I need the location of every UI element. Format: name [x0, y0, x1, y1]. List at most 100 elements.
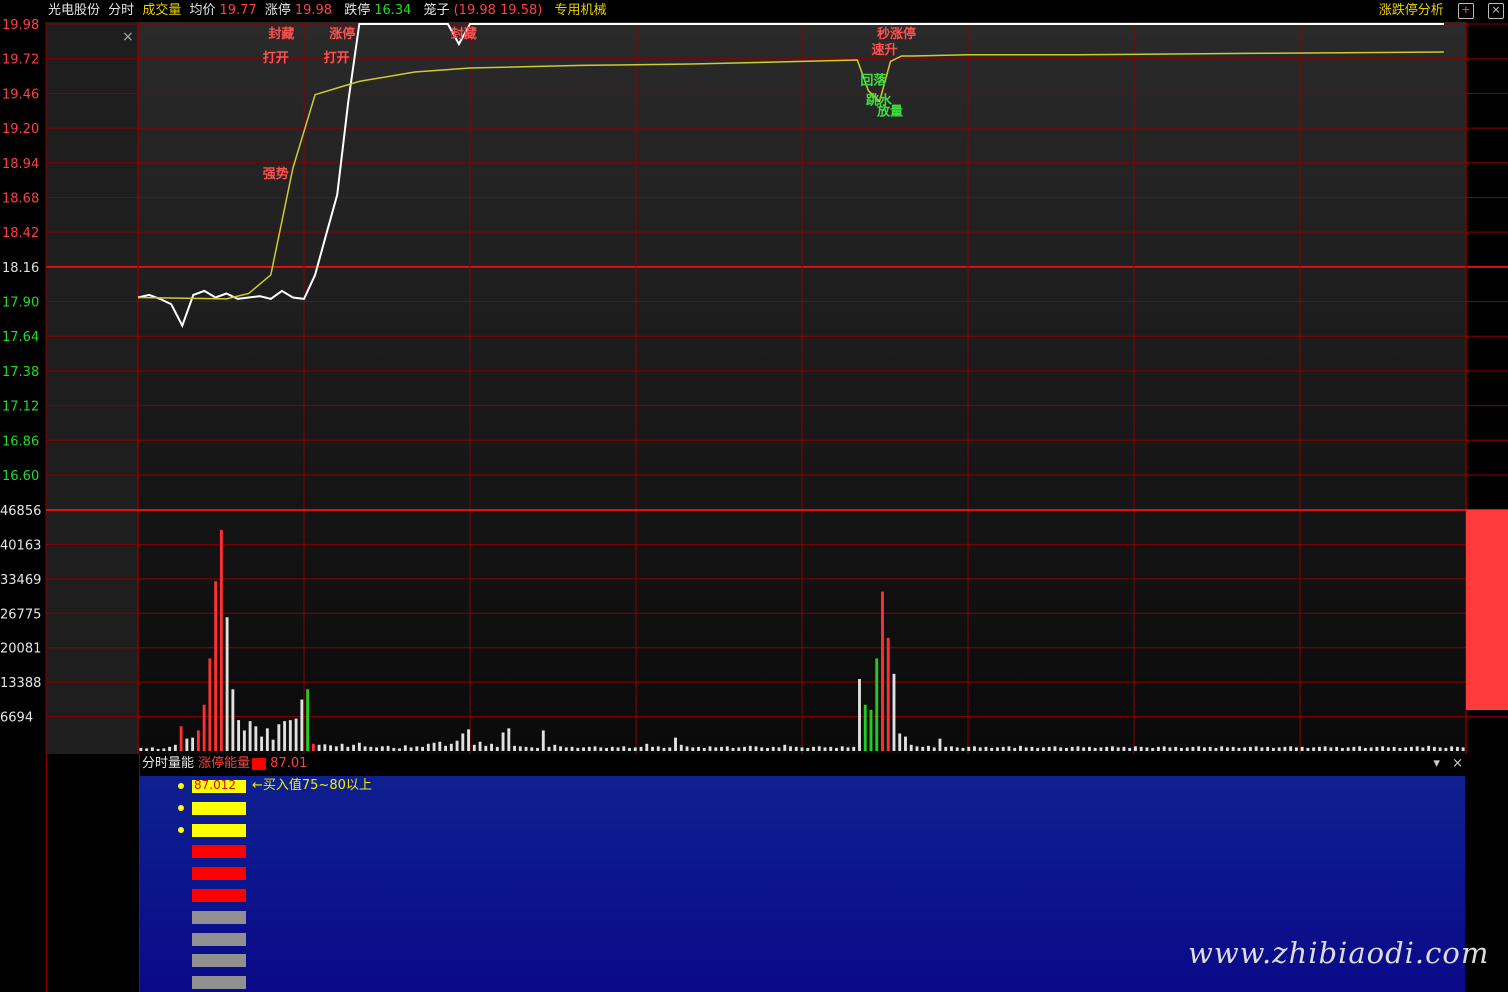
volume-bar: [329, 745, 333, 751]
volume-bar: [1030, 746, 1034, 751]
volume-bar: [323, 744, 327, 751]
volume-bar: [214, 581, 218, 751]
volume-bar: [869, 709, 873, 751]
volume-bar: [156, 748, 160, 751]
volume-bar: [1404, 747, 1408, 751]
volume-bar: [720, 746, 723, 751]
volume-bar: [639, 746, 643, 751]
volume-bar: [317, 744, 321, 751]
volume-bar: [835, 747, 838, 751]
volume-bar: [1375, 746, 1379, 751]
signal-annotation: 打开: [263, 50, 289, 66]
price-axis: 19.98 19.72 19.46 19.20 18.94 18.68 18.42 18.16…: [2, 18, 39, 484]
energy-bar: [192, 954, 246, 968]
signal-annotation: 打开: [324, 50, 350, 66]
volume-bar: [932, 747, 936, 751]
volume-bar: [783, 744, 787, 751]
volume-bar: [582, 747, 585, 751]
volume-bar: [685, 746, 689, 751]
volume-bar: [1289, 746, 1293, 751]
volume-bar: [444, 745, 448, 751]
volume-bar: [697, 746, 700, 751]
volume-bar: [737, 747, 741, 751]
energy-dot: [178, 783, 184, 789]
volume-bar: [1128, 747, 1132, 751]
signal-annotation: 涨停: [328, 26, 355, 42]
close-premarket-icon[interactable]: ×: [122, 29, 134, 45]
volume-bar: [559, 746, 562, 751]
volume-tick-label: 26775: [0, 607, 41, 622]
price-tick-label: 17.38: [2, 365, 39, 380]
signal-annotation: 封藏: [268, 26, 294, 42]
volume-bar: [754, 746, 758, 751]
volume-bar: [179, 726, 183, 751]
price-tick-label: 16.86: [2, 434, 39, 449]
volume-bar: [524, 746, 528, 751]
volume-bar: [162, 748, 166, 751]
volume-bar: [668, 747, 672, 751]
volume-bar: [1208, 746, 1212, 751]
energy-bar: [192, 845, 246, 859]
volume-bar: [357, 742, 361, 751]
price-tick-label: 18.16: [2, 261, 39, 276]
volume-bar: [1001, 746, 1005, 751]
signal-annotation: 封藏: [451, 26, 477, 42]
volume-bar: [662, 747, 666, 751]
volume-bar: [283, 721, 287, 751]
volume-bar: [461, 733, 465, 751]
price-tick-label: 17.90: [2, 296, 39, 311]
volume-bar: [265, 728, 269, 751]
volume-bar: [334, 746, 338, 751]
watermark: www.zhibiaodi.com: [1188, 936, 1490, 970]
intraday-chart[interactable]: 19.98 19.72 19.46 19.20 18.94 18.68 18.42 18.16…: [0, 0, 1508, 754]
price-tick-label: 17.12: [2, 400, 39, 415]
volume-bar: [375, 747, 379, 751]
volume-bar: [823, 747, 827, 751]
volume-bar: [1421, 747, 1425, 751]
volume-bar: [415, 746, 419, 751]
volume-bar: [352, 744, 356, 751]
price-tick-label: 19.72: [2, 53, 39, 68]
volume-bar: [990, 747, 994, 751]
volume-bar: [1461, 747, 1465, 751]
volume-bar: [145, 748, 149, 751]
volume-bar: [1225, 747, 1229, 751]
volume-bar: [1432, 746, 1436, 751]
signal-annotation: 强势: [263, 166, 289, 182]
energy-bar: [192, 823, 246, 837]
volume-bar: [363, 746, 367, 751]
volume-bar: [886, 637, 890, 751]
signal-annotation: 秒涨停: [877, 26, 916, 42]
panel-title[interactable]: 分时量能: [142, 756, 194, 771]
volume-bar: [892, 673, 896, 751]
volume-bar: [1191, 746, 1195, 751]
volume-bar: [691, 747, 695, 751]
volume-bar: [1438, 747, 1442, 751]
volume-bar: [1352, 746, 1356, 751]
volume-bar: [898, 733, 902, 751]
volume-bar: [1335, 746, 1339, 751]
volume-bar: [1059, 747, 1063, 751]
volume-bar: [1455, 746, 1459, 751]
volume-bar: [576, 747, 580, 751]
volume-bar: [1392, 746, 1396, 751]
volume-bar: [1042, 747, 1045, 751]
volume-bar: [605, 747, 608, 751]
volume-bar: [553, 744, 557, 751]
volume-bar: [254, 726, 258, 751]
volume-bar: [478, 741, 482, 751]
volume-bar: [748, 745, 752, 751]
volume-bar: [432, 742, 436, 751]
price-tick-label: 18.42: [2, 226, 39, 241]
dropdown-icon[interactable]: ▾: [1433, 756, 1440, 771]
volume-bar: [1358, 746, 1362, 751]
volume-bar: [426, 743, 430, 751]
volume-bar: [150, 747, 154, 751]
volume-bar: [340, 743, 344, 751]
volume-bar: [1415, 746, 1419, 751]
volume-bar: [1076, 746, 1080, 751]
volume-bar: [1231, 746, 1235, 751]
volume-bar: [852, 746, 856, 751]
panel-close-icon[interactable]: ×: [1452, 756, 1463, 771]
volume-bar: [449, 743, 453, 751]
